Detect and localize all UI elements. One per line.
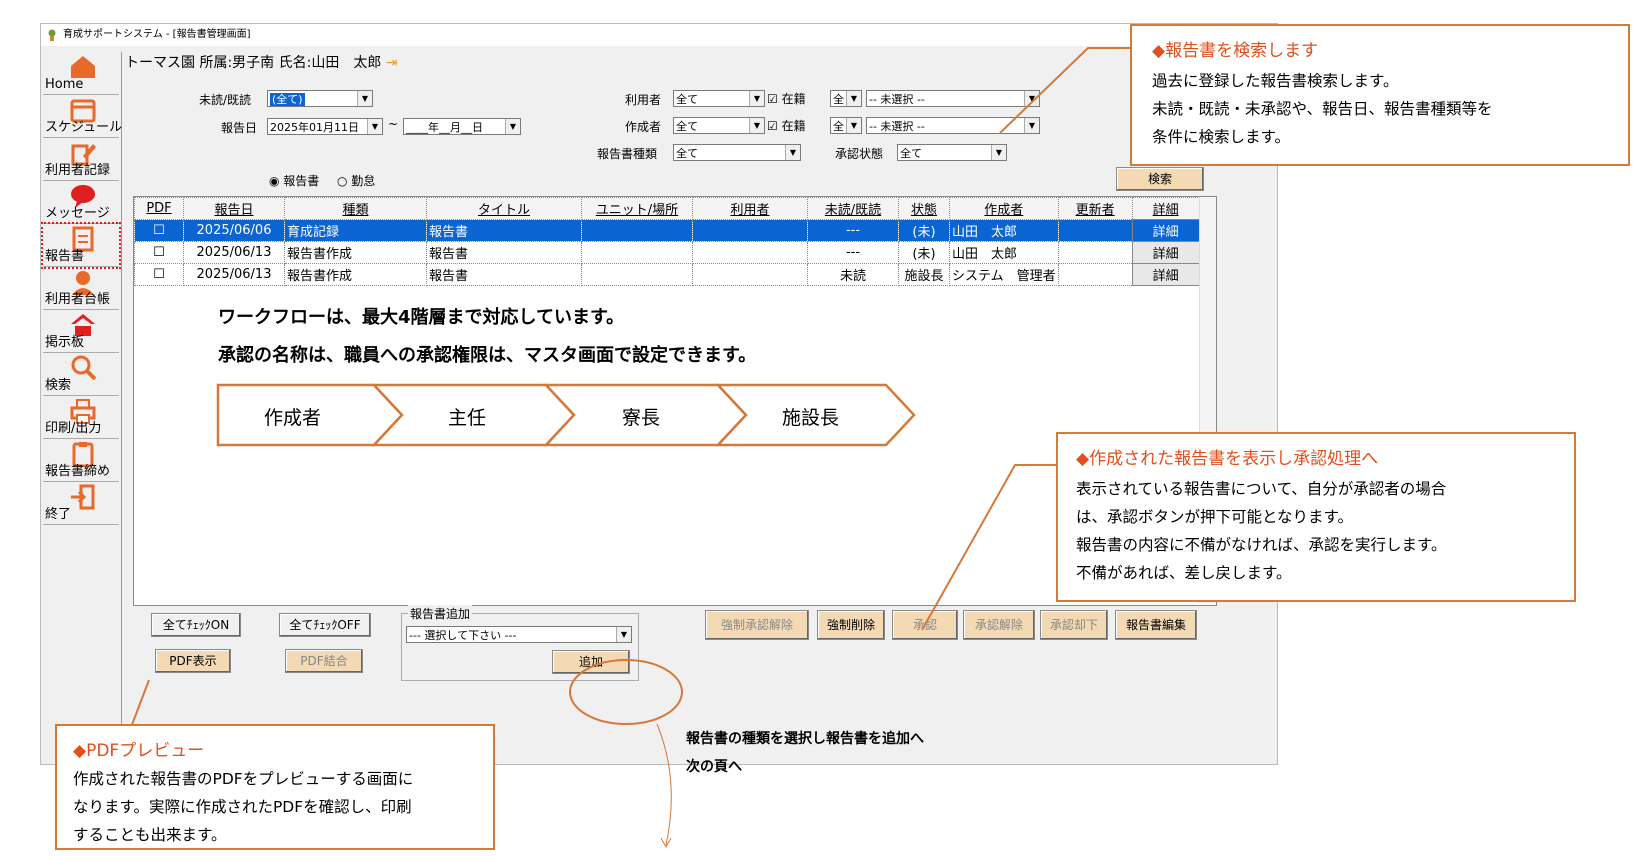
- callout-approve: ◆作成された報告書を表示し承認処理へ 表示されている報告書について、自分が承認者…: [1056, 432, 1576, 602]
- callout-line: 未読・既読・未承認や、報告日、報告書種類等を: [1152, 100, 1493, 118]
- callout-line: 報告書の内容に不備がなければ、承認を実行します。: [1076, 536, 1447, 554]
- add-report-note: 報告書の種類を選択し報告書を追加へ: [686, 731, 924, 747]
- callout-line: 表示されている報告書について、自分が承認者の場合: [1076, 480, 1447, 498]
- callout-line: は、承認ボタンが押下可能となります。: [1076, 508, 1353, 526]
- callout-line: 過去に登録した報告書検索します。: [1152, 72, 1399, 90]
- callout-line: 条件に検索します。: [1152, 128, 1290, 146]
- next-page-note: 次の頁へ: [686, 759, 742, 775]
- callout-line: なります。実際に作成されたPDFを確認し、印刷: [73, 798, 412, 816]
- callout-line: 作成された報告書のPDFをプレビューする画面に: [73, 770, 414, 788]
- callout-search: ◆報告書を検索します 過去に登録した報告書検索します。 未読・既読・未承認や、報…: [1130, 24, 1630, 166]
- callout-title: ◆PDFプレビュー: [73, 741, 205, 761]
- callout-title: ◆作成された報告書を表示し承認処理へ: [1076, 449, 1379, 469]
- callout-line: することも出来ます。: [73, 826, 227, 844]
- callout-pdf: ◆PDFプレビュー 作成された報告書のPDFをプレビューする画面に なります。実…: [55, 724, 495, 850]
- callout-line: 不備があれば、差し戻します。: [1076, 564, 1292, 582]
- callout-title: ◆報告書を検索します: [1152, 41, 1319, 61]
